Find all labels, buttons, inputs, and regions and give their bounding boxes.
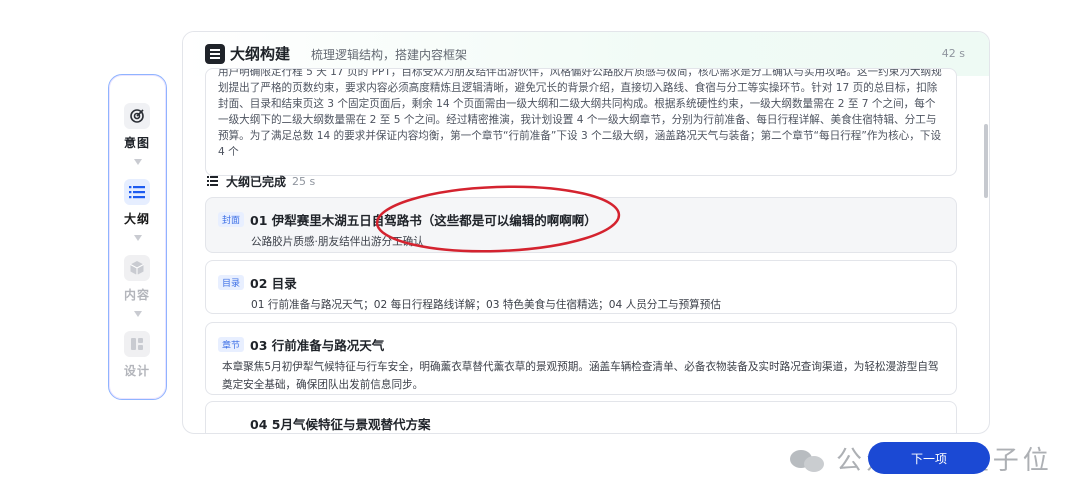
outline-done-row: 大纲已完成 25 s xyxy=(207,173,315,189)
scrollbar-thumb[interactable] xyxy=(984,124,988,198)
panel-subtitle: 梳理逻辑结构，搭建内容框架 xyxy=(311,48,468,62)
card-title[interactable]: 04 5月气候特征与景观替代方案 xyxy=(250,417,430,432)
step-label: 内容 xyxy=(123,288,150,302)
outline-card[interactable]: 04 5月气候特征与景观替代方案 xyxy=(205,401,957,433)
reasoning-box[interactable]: 用户明确限定行程 5 天 17 页的 PPT，目标受众为朋友结伴出游伙伴，风格偏… xyxy=(205,68,957,176)
card-desc[interactable]: 公路胶片质感·朋友结伴出游分工确认 xyxy=(218,233,944,251)
card-title[interactable]: 03 行前准备与路况天气 xyxy=(250,338,384,353)
card-tag: 章节 xyxy=(218,337,245,352)
card-tag: 目录 xyxy=(218,275,245,290)
step-intent[interactable]: 意图 xyxy=(109,103,165,151)
wechat-icon xyxy=(788,444,828,474)
card-desc[interactable]: 01 行前准备与路况天气；02 每日行程路线详解；03 特色美食与住宿精选；04… xyxy=(218,296,944,314)
outline-panel: 大纲构建 梳理逻辑结构，搭建内容框架 42 s 用户明确限定行程 5 天 17 … xyxy=(182,31,990,434)
outline-card[interactable]: 目录 02 目录 01 行前准备与路况天气；02 每日行程路线详解；03 特色美食… xyxy=(205,260,957,314)
step-content[interactable]: 内容 xyxy=(109,255,165,303)
next-button[interactable]: 下一项 xyxy=(868,442,990,474)
card-title[interactable]: 01 伊犁赛里木湖五日自驾路书（这些都是可以编辑的啊啊啊） xyxy=(250,213,597,228)
elapsed-time: 42 s xyxy=(941,47,965,60)
panel-title: 大纲构建 xyxy=(230,45,291,63)
step-design[interactable]: 设计 xyxy=(109,331,165,379)
outline-icon xyxy=(205,44,225,64)
done-label: 大纲已完成 xyxy=(226,174,287,189)
card-desc[interactable]: 本章聚焦5月初伊犁气候特征与行车安全，明确薰衣草替代薰衣草的景观预期。涵盖车辆检… xyxy=(218,358,944,394)
design-icon xyxy=(124,331,150,357)
card-title[interactable]: 02 目录 xyxy=(250,276,297,291)
step-rail: 意图 大纲 内容 设计 xyxy=(108,74,167,400)
list-icon xyxy=(207,176,218,186)
outline-card[interactable]: 章节 03 行前准备与路况天气 本章聚焦5月初伊犁气候特征与行车安全，明确薰衣草替… xyxy=(205,322,957,395)
cube-icon xyxy=(124,255,150,281)
target-icon xyxy=(124,103,150,129)
step-arrow xyxy=(134,235,142,241)
step-arrow xyxy=(134,311,142,317)
list-icon xyxy=(124,179,150,205)
reasoning-text: 用户明确限定行程 5 天 17 页的 PPT，目标受众为朋友结伴出游伙伴，风格偏… xyxy=(218,68,942,158)
card-tag: 封面 xyxy=(218,212,245,227)
step-arrow xyxy=(134,159,142,165)
step-label: 意图 xyxy=(123,136,150,150)
step-outline[interactable]: 大纲 xyxy=(109,179,165,227)
step-label: 大纲 xyxy=(123,212,150,226)
outline-card[interactable]: 封面 01 伊犁赛里木湖五日自驾路书（这些都是可以编辑的啊啊啊） 公路胶片质感·朋… xyxy=(205,197,957,253)
done-time: 25 s xyxy=(292,174,316,188)
step-label: 设计 xyxy=(123,364,150,378)
